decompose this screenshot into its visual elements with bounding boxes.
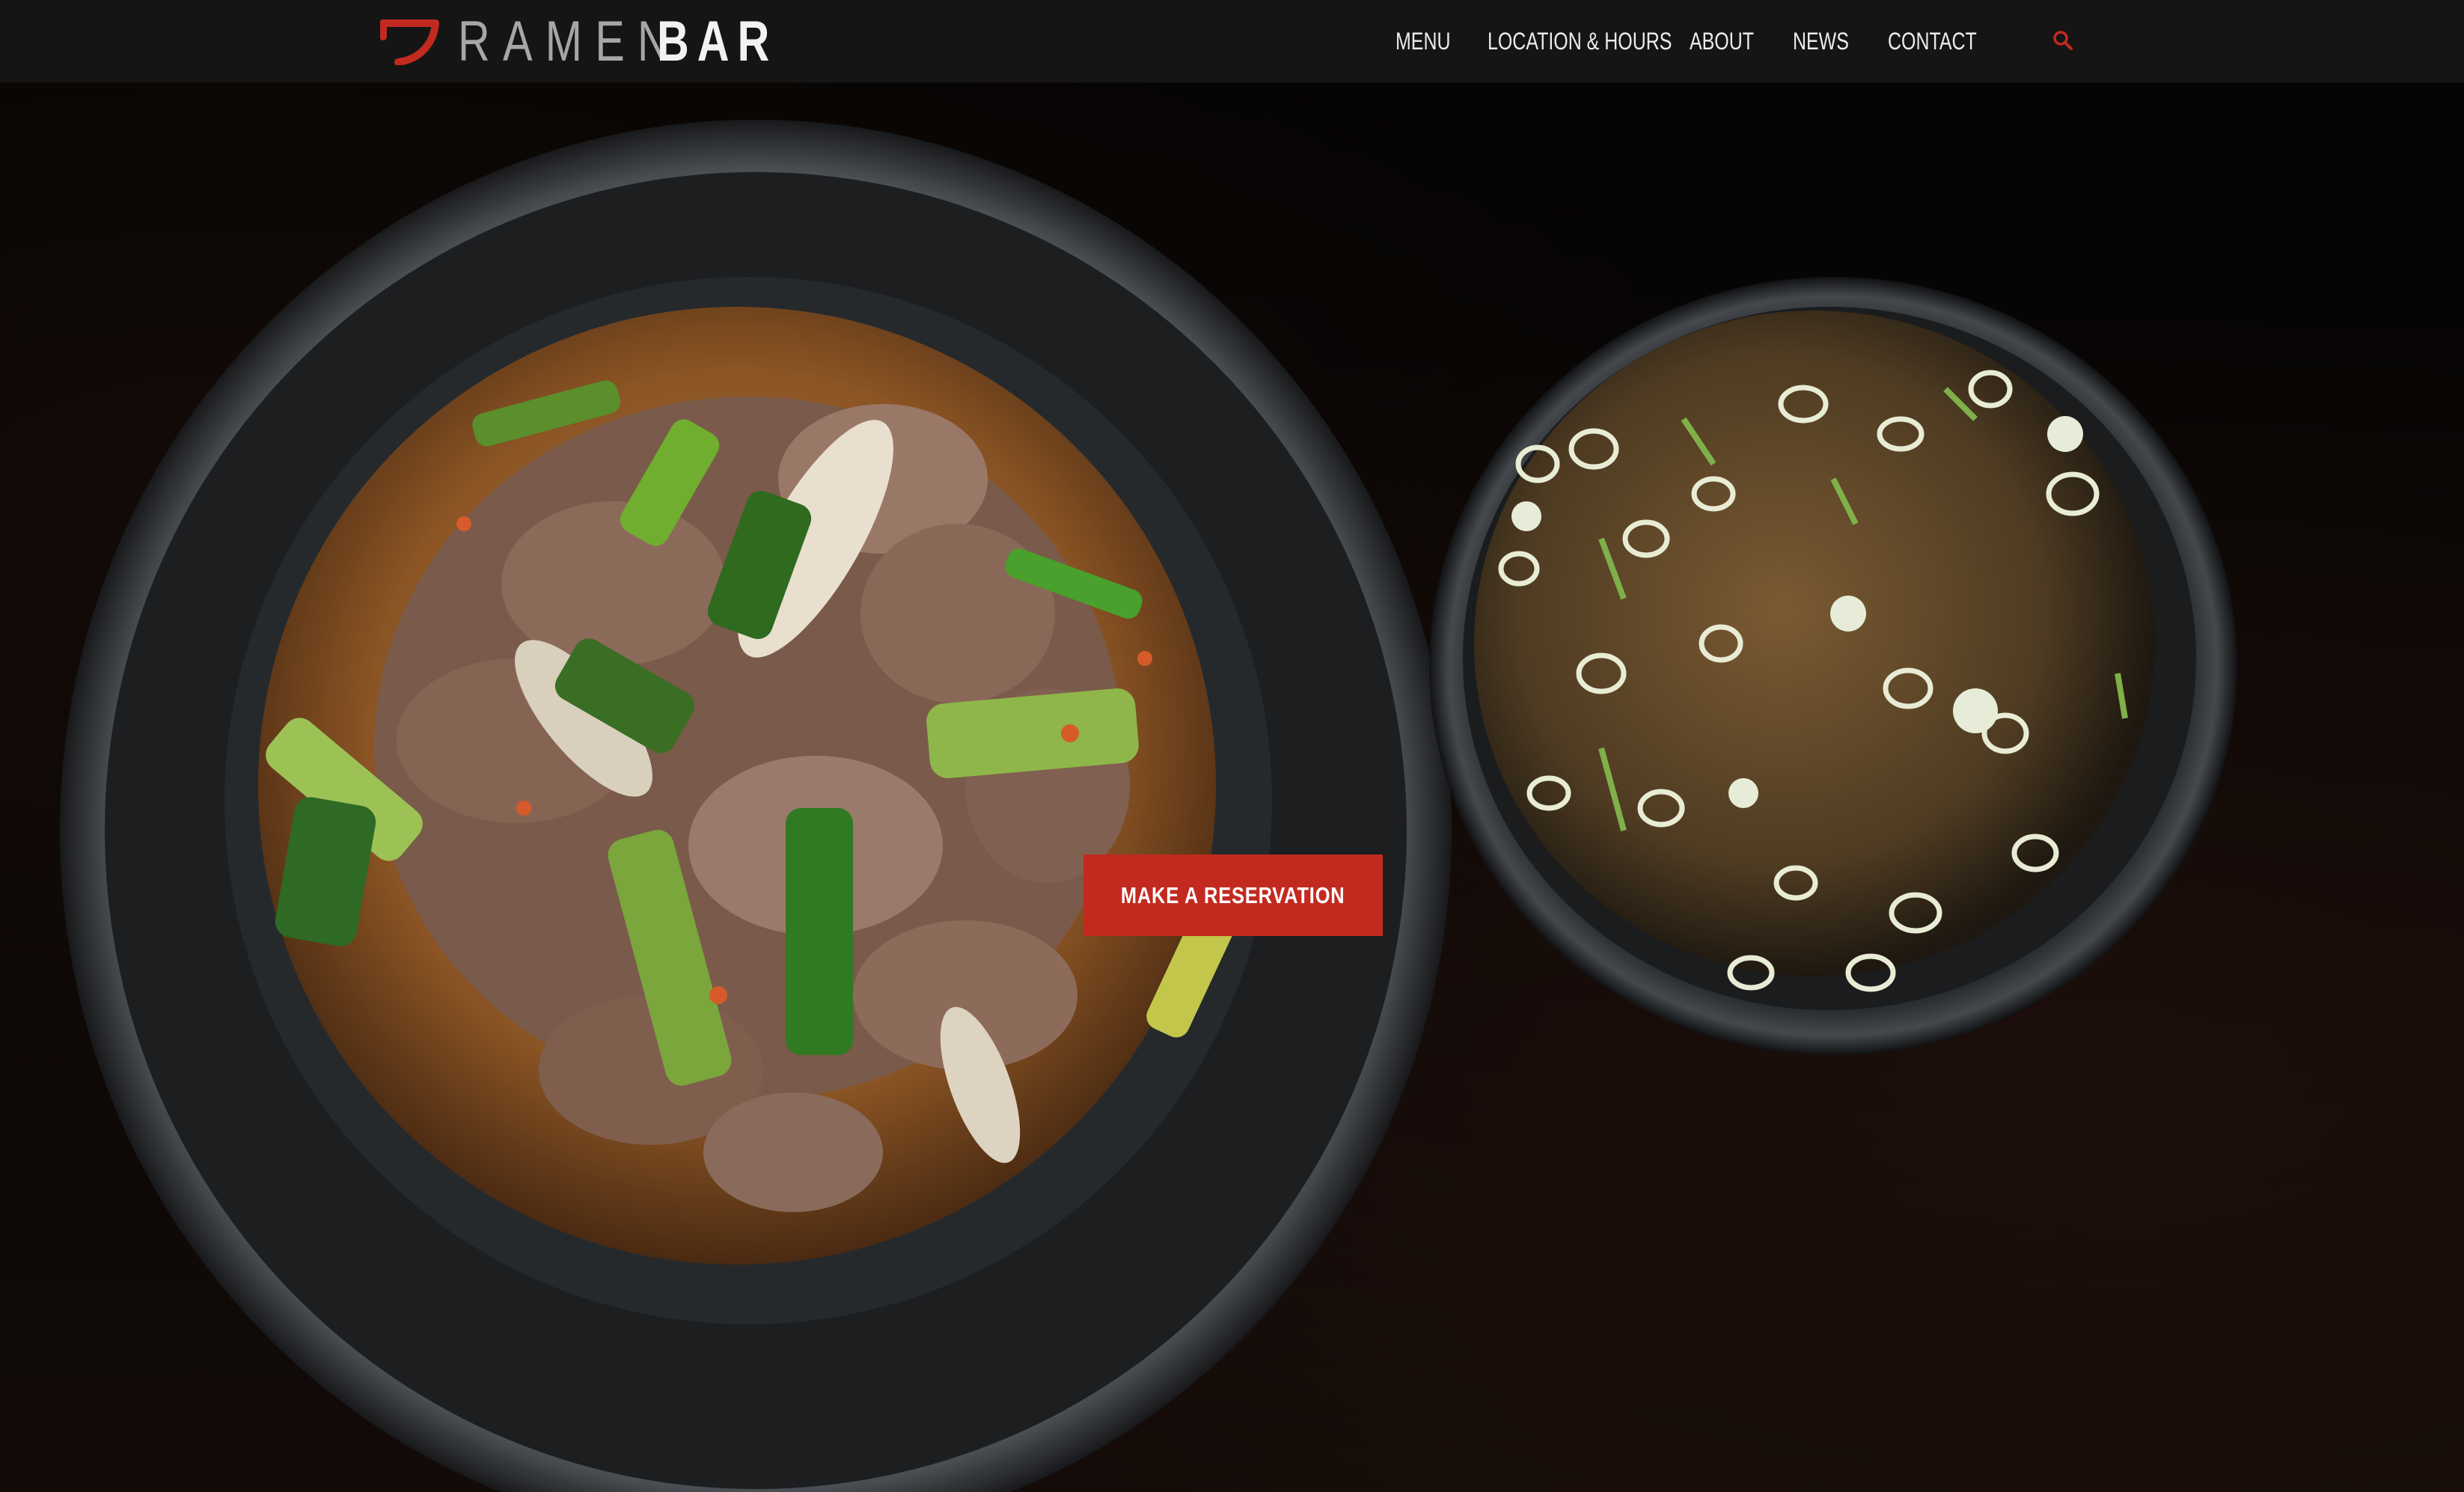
logo-text-ramen: RAMEN bbox=[458, 10, 682, 73]
logo-text-bar: BAR bbox=[657, 10, 778, 73]
make-reservation-label: MAKE A RESERVATION bbox=[1121, 881, 1345, 908]
noodle-bowl-logo-icon bbox=[380, 19, 439, 65]
nav-item-contact[interactable]: CONTACT bbox=[1888, 0, 1977, 83]
search-icon[interactable] bbox=[2052, 29, 2074, 52]
make-reservation-button[interactable]: MAKE A RESERVATION bbox=[1083, 854, 1383, 936]
hero-section: MAKE A RESERVATION bbox=[0, 83, 2464, 1492]
site-header: RAMEN BAR MENU LOCATION & HOURS ABOUT NE… bbox=[0, 0, 2464, 83]
nav-item-menu[interactable]: MENU bbox=[1395, 0, 1450, 83]
nav-item-news[interactable]: NEWS bbox=[1793, 0, 1849, 83]
site-logo[interactable]: RAMEN BAR bbox=[380, 10, 812, 73]
nav-item-about[interactable]: ABOUT bbox=[1690, 0, 1754, 83]
ramen-bowls-photo bbox=[60, 120, 2237, 1492]
nav-item-location-hours[interactable]: LOCATION & HOURS bbox=[1488, 0, 1672, 83]
